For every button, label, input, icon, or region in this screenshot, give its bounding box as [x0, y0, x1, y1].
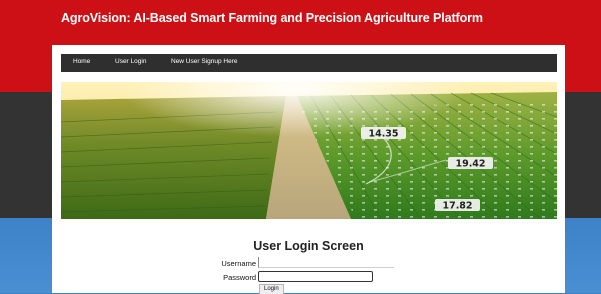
- hero-reading-badge-1: 14.35: [361, 127, 406, 140]
- page-container: Home User Login New User Signup Here 14.…: [52, 45, 565, 294]
- nav-user-login[interactable]: User Login: [115, 58, 146, 65]
- svg-text:19.42: 19.42: [455, 159, 485, 170]
- login-heading: User Login Screen: [253, 239, 364, 253]
- nav-home[interactable]: Home: [73, 58, 90, 65]
- svg-text:14.35: 14.35: [368, 129, 398, 140]
- password-input[interactable]: [258, 271, 373, 282]
- username-label: Username: [221, 259, 256, 268]
- hero-banner-image: 14.35 19.42 17.82: [61, 82, 557, 219]
- hero-reading-badge-3: 17.82: [435, 199, 480, 212]
- navbar: Home User Login New User Signup Here: [61, 54, 557, 72]
- hero-sunlight: [61, 82, 557, 219]
- nav-new-user-signup[interactable]: New User Signup Here: [171, 58, 237, 65]
- username-input[interactable]: [258, 257, 394, 268]
- svg-text:17.82: 17.82: [442, 201, 472, 212]
- site-title: AgroVision: AI-Based Smart Farming and P…: [61, 11, 483, 25]
- hero-reading-badge-2: 19.42: [448, 157, 493, 170]
- password-label: Password: [223, 273, 256, 282]
